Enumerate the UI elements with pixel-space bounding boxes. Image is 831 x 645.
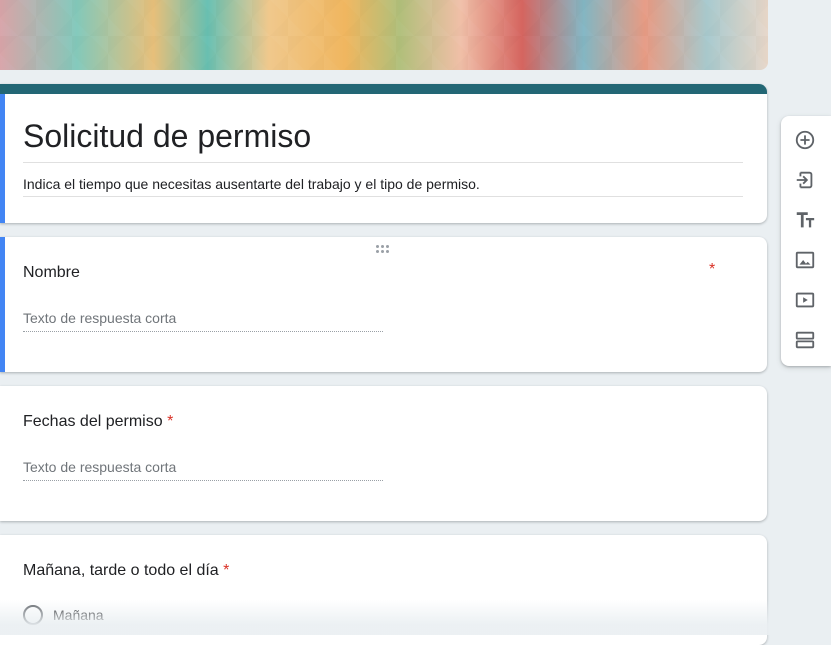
- required-asterisk: *: [223, 562, 230, 579]
- floating-toolbar: [781, 116, 831, 366]
- question-title[interactable]: Fechas del permiso *: [23, 413, 173, 431]
- import-questions-icon[interactable]: [791, 166, 819, 194]
- drag-handle-icon[interactable]: [376, 245, 392, 255]
- active-card-indicator: [0, 94, 5, 223]
- add-image-icon[interactable]: [791, 246, 819, 274]
- add-section-icon[interactable]: [791, 326, 819, 354]
- radio-option-label: Mañana: [53, 607, 104, 623]
- add-title-icon[interactable]: [791, 206, 819, 234]
- description-underline: [23, 196, 743, 197]
- question-card-horario[interactable]: Mañana, tarde o todo el día * Mañana: [0, 535, 767, 645]
- question-title-text: Fechas del permiso: [23, 413, 163, 430]
- active-card-indicator: [0, 237, 5, 372]
- question-title[interactable]: Nombre: [23, 264, 80, 282]
- add-question-icon[interactable]: [791, 126, 819, 154]
- header-banner-image: [0, 0, 768, 70]
- short-answer-placeholder: Texto de respuesta corta: [23, 459, 383, 481]
- question-title[interactable]: Mañana, tarde o todo el día *: [23, 562, 229, 580]
- form-title[interactable]: Solicitud de permiso: [23, 118, 311, 155]
- question-title-text: Mañana, tarde o todo el día: [23, 562, 219, 579]
- required-asterisk: *: [167, 413, 174, 430]
- form-description[interactable]: Indica el tiempo que necesitas ausentart…: [23, 176, 480, 192]
- required-asterisk: *: [709, 261, 716, 278]
- question-card-fechas[interactable]: Fechas del permiso * Texto de respuesta …: [0, 386, 767, 521]
- title-underline: [23, 162, 743, 163]
- radio-button-icon[interactable]: [23, 605, 43, 625]
- question-card-nombre[interactable]: Nombre * Texto de respuesta corta: [0, 237, 767, 372]
- form-title-card[interactable]: Solicitud de permiso Indica el tiempo qu…: [0, 84, 767, 223]
- short-answer-placeholder: Texto de respuesta corta: [23, 310, 383, 332]
- add-video-icon[interactable]: [791, 286, 819, 314]
